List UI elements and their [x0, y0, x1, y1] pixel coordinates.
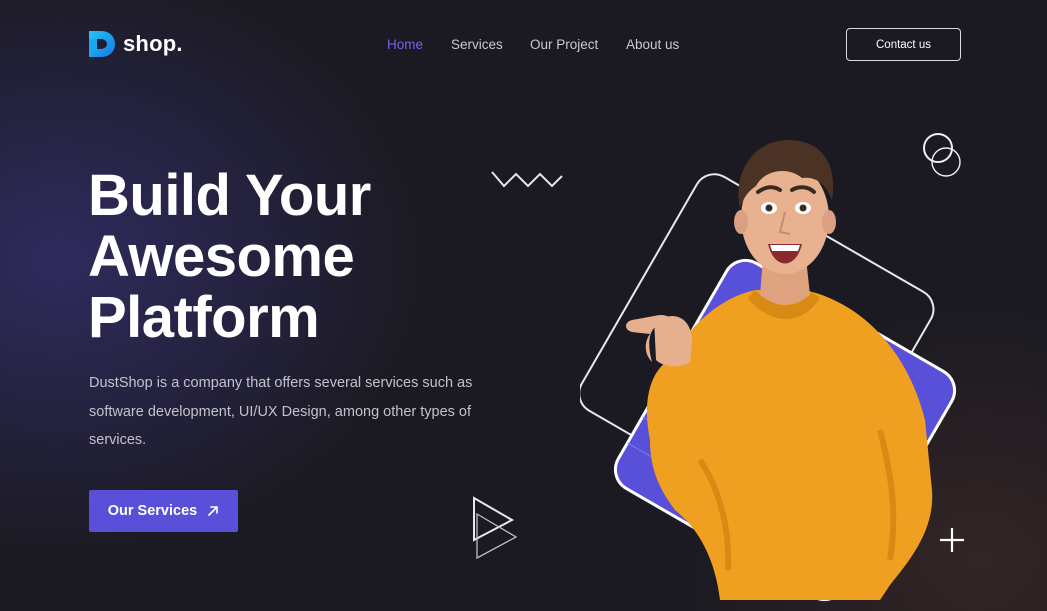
- nav-services[interactable]: Services: [451, 37, 503, 52]
- contact-us-button[interactable]: Contact us: [846, 28, 961, 61]
- d-logo-icon: [87, 29, 117, 59]
- hero-title-line-1: Build Your: [88, 163, 371, 228]
- nav-about-us[interactable]: About us: [626, 37, 679, 52]
- our-services-button[interactable]: Our Services: [89, 490, 238, 532]
- brand-logo[interactable]: shop.: [87, 29, 183, 59]
- hero-title: Build Your Awesome Platform: [88, 165, 448, 348]
- nav-home[interactable]: Home: [387, 37, 423, 52]
- our-services-label: Our Services: [107, 503, 198, 519]
- hero-description: DustShop is a company that offers severa…: [89, 375, 473, 448]
- nav-our-project[interactable]: Our Project: [530, 37, 598, 52]
- triangles-decoration-icon: [470, 494, 520, 562]
- logo-text: shop.: [123, 31, 183, 56]
- hero-title-line-2: Awesome: [88, 224, 355, 289]
- hero-person-image: [580, 130, 980, 605]
- zigzag-decoration-icon: [490, 168, 564, 192]
- arrow-up-right-icon: [207, 505, 219, 517]
- hero-title-line-3: Platform: [88, 285, 320, 350]
